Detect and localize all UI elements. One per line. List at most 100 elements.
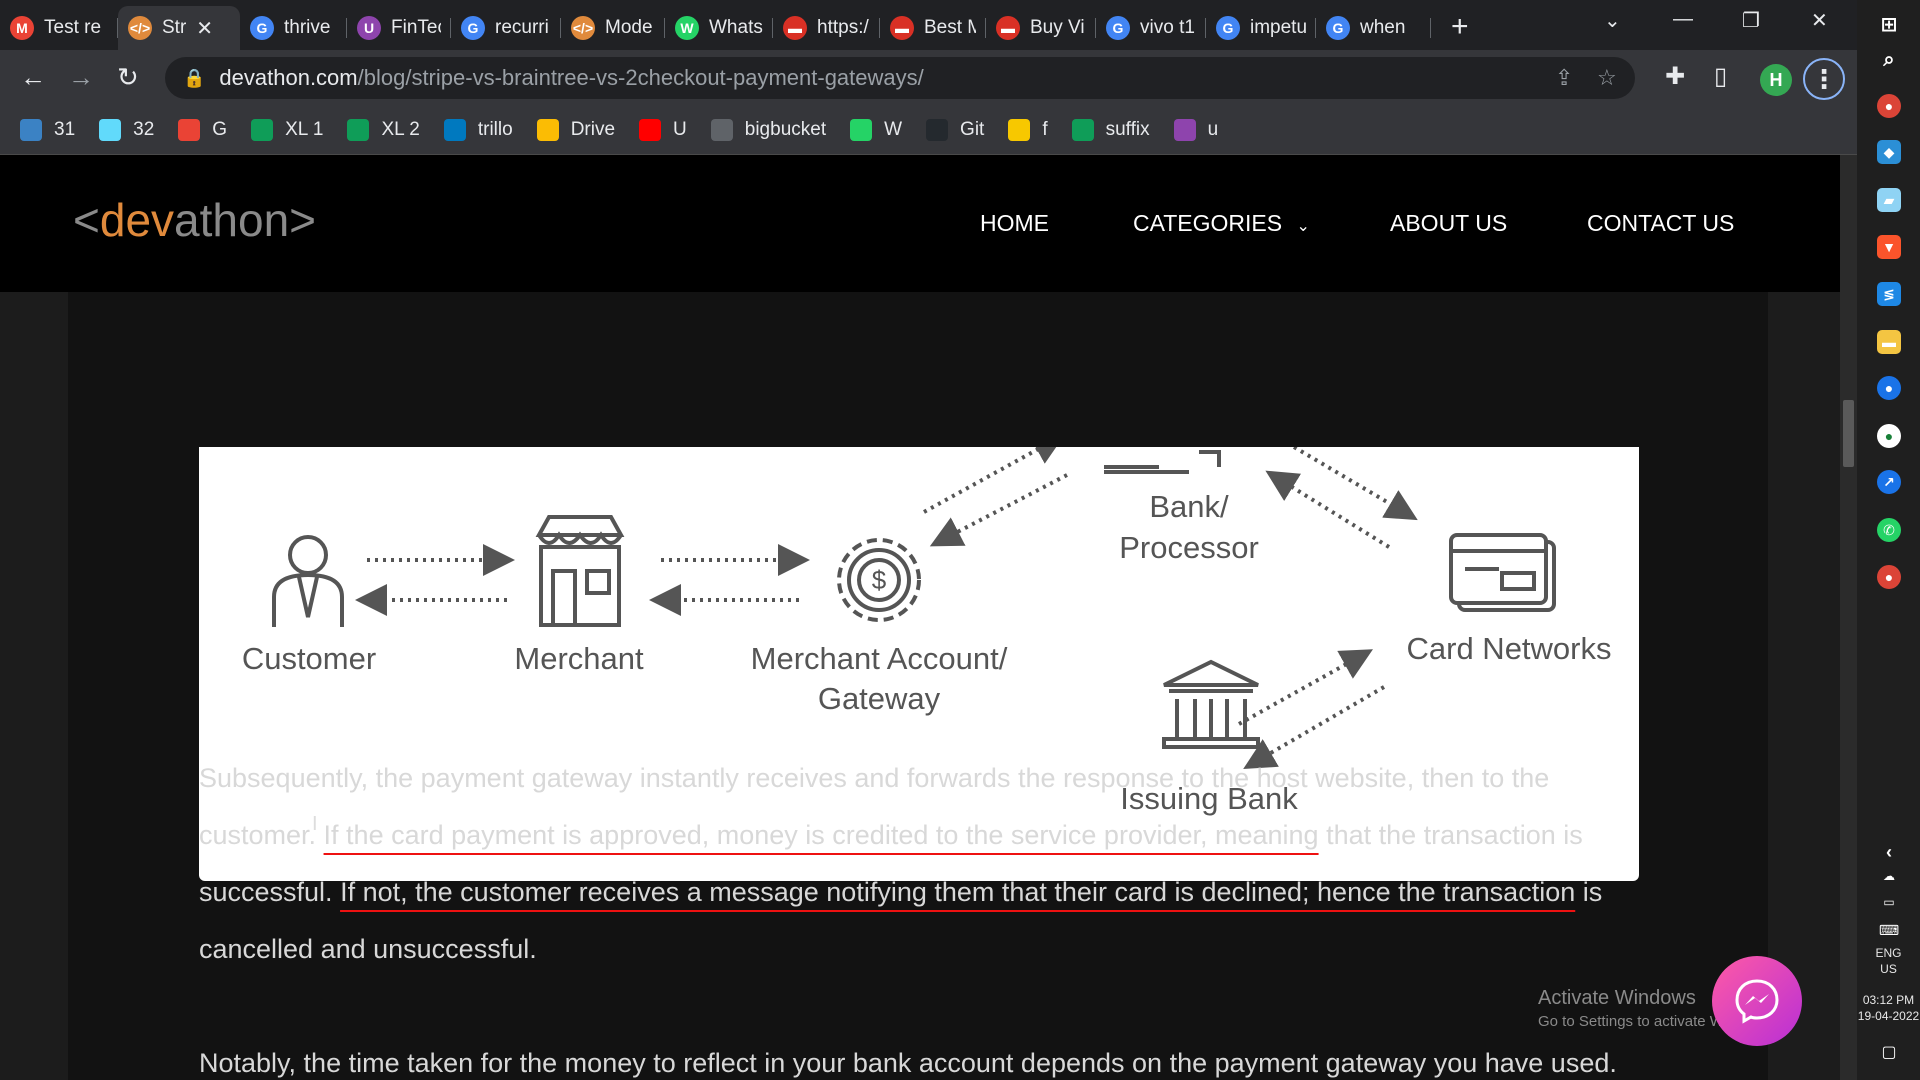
bookmark-item[interactable]: G — [178, 119, 227, 141]
code-icon: </> — [128, 16, 152, 40]
file-explorer-icon[interactable]: ▬ — [1877, 330, 1901, 354]
logo-bracket: < — [73, 194, 100, 246]
close-window-icon[interactable]: ✕ — [1811, 8, 1828, 33]
tab-title: FinTec — [391, 17, 441, 38]
browser-tab[interactable]: ▬ Best M — [880, 6, 986, 50]
nav-categories[interactable]: CATEGORIES ⌄ — [1133, 210, 1310, 237]
customer-icon — [272, 535, 344, 627]
windows-start-icon[interactable]: ⊞ — [1877, 12, 1901, 36]
bookmark-item[interactable]: Drive — [536, 119, 615, 141]
bookmark-item[interactable]: XL 1 — [251, 119, 323, 141]
reload-icon[interactable]: ↻ — [117, 62, 139, 93]
bookmark-item[interactable]: trillo — [443, 119, 513, 141]
bookmark-item[interactable]: 31 — [20, 119, 75, 141]
bookmark-item[interactable]: Git — [926, 119, 984, 141]
back-icon[interactable]: ← — [20, 62, 46, 93]
minimize-icon[interactable]: — — [1673, 8, 1693, 31]
github-icon — [926, 119, 949, 141]
red-bar-icon: ▬ — [783, 16, 807, 40]
chrome-icon[interactable]: ● — [1877, 94, 1901, 118]
keyboard-icon[interactable]: ⌨ — [1877, 918, 1901, 942]
new-tab-icon[interactable]: + — [1451, 10, 1469, 44]
side-panel-icon[interactable]: ▯ — [1714, 62, 1727, 91]
tab-title: thrive — [284, 17, 331, 38]
browser-tab[interactable]: U FinTec — [347, 6, 451, 50]
logo-bracket: > — [289, 194, 317, 246]
bookmark-item[interactable]: bigbucket — [710, 119, 826, 141]
nav-contact[interactable]: CONTACT US — [1587, 210, 1734, 237]
messenger-icon — [1735, 979, 1779, 1024]
scrollbar-thumb[interactable] — [1843, 400, 1854, 467]
app-icon[interactable]: ▰ — [1877, 188, 1901, 212]
browser-tab[interactable]: ▬ https:/ — [773, 6, 880, 50]
bookmark-star-icon[interactable]: ☆ — [1597, 65, 1617, 91]
browser-tab[interactable]: </> Mode — [561, 6, 665, 50]
chevron-down-icon: ⌄ — [1296, 218, 1310, 235]
tab-title: impetu — [1250, 17, 1306, 38]
search-icon[interactable]: ⌕ — [1877, 48, 1901, 72]
bookmark-label: trillo — [477, 119, 513, 140]
bookmark-item[interactable]: XL 2 — [347, 119, 420, 141]
bookmark-label: XL 2 — [381, 119, 420, 140]
react-icon — [99, 119, 122, 141]
tab-title: recurri — [495, 17, 549, 38]
tab-title: when — [1360, 17, 1406, 38]
site-logo[interactable]: <devathon> — [73, 193, 316, 247]
vscode-icon[interactable]: ≶ — [1877, 282, 1901, 306]
tray-icon[interactable]: ☁ — [1877, 864, 1901, 888]
browser-chrome: MTest re</>Str✕GthriveUFinTecGrecurri</>… — [0, 0, 1857, 155]
browser-tab[interactable]: Gwhen — [1316, 6, 1431, 50]
underlined-text: If the card payment is approved, money i… — [323, 820, 1319, 850]
chrome-profile-icon[interactable]: ● — [1877, 565, 1901, 589]
whatsapp-icon[interactable]: ✆ — [1877, 518, 1901, 542]
share-icon[interactable]: ⇪ — [1555, 65, 1573, 91]
bookmark-item[interactable]: f — [1008, 119, 1048, 141]
bookmark-item[interactable]: W — [850, 119, 902, 141]
figure-label-bank-line1: Bank/ — [1149, 489, 1229, 524]
forward-icon[interactable]: → — [68, 62, 94, 93]
bookmark-item[interactable]: suffix — [1071, 119, 1150, 141]
browser-tab[interactable]: W Whats — [665, 6, 773, 50]
brave-icon[interactable]: ▼ — [1877, 235, 1901, 259]
dollar-sign-icon: $ — [872, 565, 887, 595]
app-icon[interactable]: ● — [1877, 424, 1901, 448]
close-tab-icon[interactable]: ✕ — [196, 16, 213, 41]
tab-search-icon[interactable]: ⌄ — [1604, 8, 1621, 33]
tray-icon[interactable]: ▭ — [1877, 890, 1901, 914]
app-icon[interactable]: ◆ — [1877, 140, 1901, 164]
maps-icon[interactable]: ● — [1877, 376, 1901, 400]
browser-tab[interactable]: </> Str ✕ — [118, 6, 240, 50]
browser-tab[interactable]: Gimpetu — [1206, 6, 1316, 50]
bookmark-label: U — [673, 119, 687, 140]
chevron-left-icon[interactable]: ‹ — [1877, 840, 1901, 864]
app-icon[interactable]: ↗ — [1877, 470, 1901, 494]
figure-label-gateway-line1: Merchant Account/ — [750, 641, 1008, 676]
page-scrollbar[interactable] — [1840, 155, 1857, 1080]
menu-icon[interactable]: ⋮ — [1803, 58, 1845, 100]
clock-date: 19-04-2022 — [1857, 1009, 1920, 1023]
browser-tab[interactable]: Gvivo t1 — [1096, 6, 1206, 50]
notifications-icon[interactable]: ▢ — [1877, 1040, 1901, 1064]
nav-home[interactable]: HOME — [980, 210, 1049, 237]
bookmark-item[interactable]: u — [1173, 119, 1218, 141]
bookmark-item[interactable]: U — [639, 119, 687, 141]
nav-about[interactable]: ABOUT US — [1390, 210, 1507, 237]
profile-avatar[interactable]: H — [1760, 64, 1792, 96]
messenger-chat-button[interactable] — [1712, 956, 1802, 1046]
browser-tab[interactable]: Gthrive — [240, 6, 347, 50]
language-indicator[interactable]: ENG US — [1857, 945, 1920, 977]
address-bar[interactable]: 🔒 devathon.com/blog/stripe-vs-braintree-… — [165, 57, 1635, 99]
lock-icon[interactable]: 🔒 — [183, 68, 205, 89]
browser-tab[interactable]: ▬ Buy Vi — [986, 6, 1096, 50]
sheets-icon — [1071, 119, 1094, 141]
figure-label-customer: Customer — [241, 641, 377, 676]
bookmark-label: XL 1 — [285, 119, 324, 140]
browser-tab[interactable]: Grecurri — [451, 6, 561, 50]
restore-icon[interactable]: ❐ — [1742, 8, 1760, 33]
browser-tab[interactable]: M Test re — [0, 6, 118, 50]
bookmarks-bar: 31 32 G XL 1 XL 2 trillo Drive Ubigbucket W Git f s… — [0, 106, 1857, 155]
clock[interactable]: 03:12 PM 19-04-2022 — [1857, 992, 1920, 1024]
extensions-icon[interactable]: ✚ — [1665, 62, 1685, 91]
bookmark-item[interactable]: 32 — [99, 119, 154, 141]
bank-processor-icon — [1104, 450, 1221, 474]
